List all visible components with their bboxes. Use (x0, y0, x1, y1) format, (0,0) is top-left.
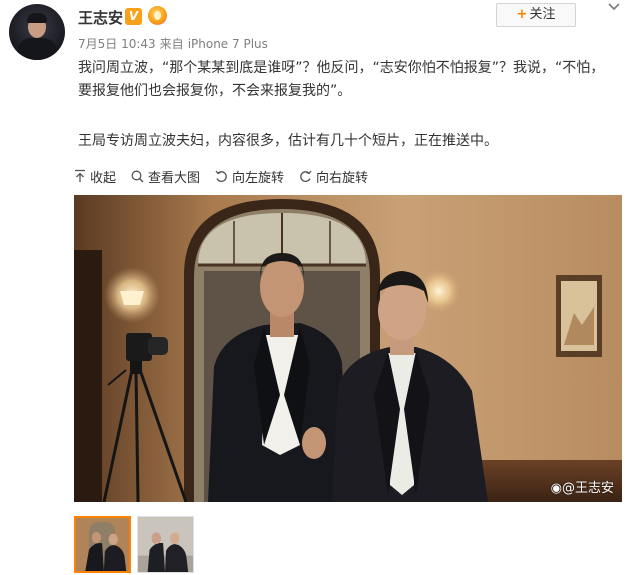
post-date[interactable]: 7月5日 10:43 (78, 37, 156, 51)
follow-button[interactable]: + 关注 (496, 3, 576, 27)
rotate-right-label: 向右旋转 (316, 170, 369, 186)
verified-badge-icon: V (125, 8, 142, 25)
rotate-left-button[interactable]: 向左旋转 (215, 167, 285, 186)
view-large-label: 查看大图 (148, 170, 201, 186)
rotate-right-icon (300, 170, 312, 182)
rotate-left-icon (215, 170, 227, 182)
watermark-text: @王志安 (561, 481, 614, 496)
medal-icon (148, 6, 167, 25)
collapse-label: 收起 (90, 170, 117, 186)
weibo-logo-icon: ◉ (550, 481, 562, 496)
photo-watermark: ◉@王志安 (551, 477, 614, 496)
post-paragraph: 我问周立波，“那个某某到底是谁呀”？他反问，“志安你怕不怕报复”？我说，“不怕，… (78, 60, 605, 99)
author-name[interactable]: 王志安 (78, 7, 123, 28)
thumbnail-1[interactable] (74, 516, 131, 573)
image-toolbar: 收起 查看大图 向左旋转 向右旋转 (74, 167, 383, 186)
thumbnail-image (76, 518, 129, 571)
post-paragraph: 王局专访周立波夫妇，内容很多，估计有几十个短片，正在推送中。 (78, 133, 498, 149)
rotate-right-button[interactable]: 向右旋转 (299, 167, 369, 186)
plus-icon: + (516, 7, 528, 22)
avatar-hair (27, 13, 47, 23)
follow-label: 关注 (529, 7, 556, 22)
source-prefix: 来自 (159, 37, 184, 51)
source-device[interactable]: iPhone 7 Plus (188, 37, 268, 51)
thumbnail-image (138, 517, 193, 572)
collapse-icon (75, 169, 85, 182)
view-large-button[interactable]: 查看大图 (131, 167, 201, 186)
zoom-icon (131, 170, 144, 183)
collapse-button[interactable]: 收起 (74, 167, 117, 186)
avatar-suit (17, 38, 57, 60)
avatar[interactable] (9, 4, 65, 60)
post-photo[interactable]: ◉@王志安 (74, 195, 622, 502)
post-meta: 7月5日 10:43 来自 iPhone 7 Plus (78, 35, 272, 52)
chevron-down-icon[interactable] (607, 2, 621, 12)
photo-illustration (74, 195, 622, 502)
thumbnail-2[interactable] (137, 516, 194, 573)
rotate-left-label: 向左旋转 (232, 170, 285, 186)
